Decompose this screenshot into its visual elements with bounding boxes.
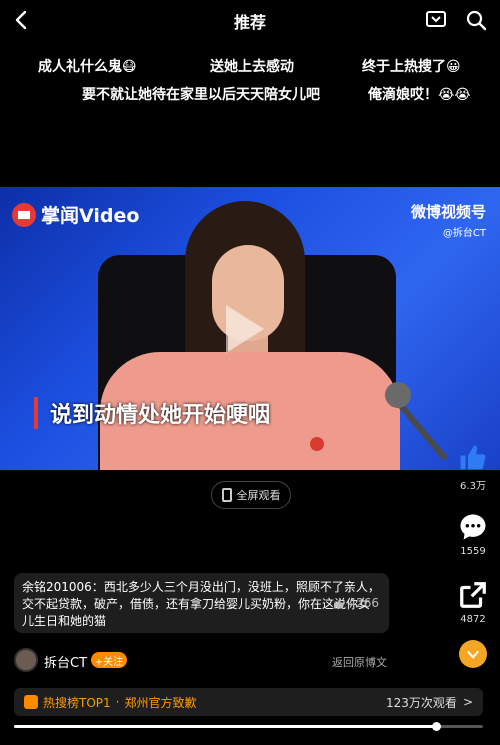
microphone bbox=[385, 382, 411, 408]
hot-search-topic: 郑州官方致歉 bbox=[124, 695, 197, 710]
comment-button[interactable]: 1559 bbox=[453, 512, 493, 557]
view-count: 123万次观看 bbox=[386, 695, 457, 710]
comment-like[interactable]: 4266 bbox=[333, 595, 379, 612]
gift-check-icon bbox=[467, 651, 479, 659]
like-button[interactable]: 6.3万 bbox=[453, 443, 493, 492]
video-player[interactable]: 掌闻Video 微博视频号 @拆台CT 说到动情处她开始哽咽 bbox=[0, 187, 500, 470]
return-to-post-link[interactable]: 返回原博文 bbox=[332, 654, 387, 670]
source-logo-text: 掌闻Video bbox=[41, 205, 140, 227]
comment-bubble-icon bbox=[460, 514, 486, 540]
account-name[interactable]: 拆台CT bbox=[44, 652, 87, 671]
hot-search-icon bbox=[24, 695, 38, 709]
comment-like-count: 4266 bbox=[348, 596, 379, 610]
progress-fill bbox=[14, 725, 437, 728]
cast-screen-icon[interactable] bbox=[424, 8, 448, 32]
follow-button[interactable]: +关注 bbox=[91, 652, 127, 668]
fullscreen-label: 全屏观看 bbox=[236, 489, 281, 502]
news-logo-icon bbox=[12, 202, 36, 227]
thumbs-up-small-icon bbox=[334, 598, 345, 608]
phone-rotate-icon bbox=[221, 488, 232, 502]
source-logo: 掌闻Video bbox=[12, 201, 139, 228]
share-button[interactable]: 4872 bbox=[453, 580, 493, 625]
danmaku-comment: 终于上热搜了😀 bbox=[362, 59, 461, 75]
like-count: 6.3万 bbox=[460, 481, 486, 492]
top-bar: 推荐 bbox=[0, 0, 500, 40]
hot-search-separator: · bbox=[115, 695, 120, 709]
play-icon[interactable] bbox=[226, 305, 264, 353]
hot-search-rank: 热搜榜TOP1 bbox=[43, 695, 111, 710]
avatar[interactable] bbox=[14, 648, 38, 672]
danmaku-comment: 要不就让她待在家里以后天天陪女儿吧 bbox=[82, 87, 320, 103]
playback-progress-bar[interactable] bbox=[14, 722, 483, 731]
microphone-stand bbox=[398, 403, 448, 461]
watermark-handle: @拆台CT bbox=[442, 228, 486, 239]
search-icon[interactable] bbox=[464, 8, 488, 32]
chevron-right-icon: > bbox=[462, 695, 473, 709]
danmaku-comment: 送她上去感动 bbox=[210, 59, 294, 75]
share-icon bbox=[460, 582, 486, 608]
thumbs-up-icon bbox=[460, 445, 486, 470]
top-comment[interactable]: 余铭201006：西北多少人三个月没出门，没班上，照顾不了亲人，交不起贷款，破产… bbox=[14, 573, 389, 633]
progress-scrubber-handle[interactable] bbox=[432, 722, 442, 731]
reward-coin-icon[interactable] bbox=[459, 640, 487, 668]
weibo-watermark: 微博视频号 @拆台CT bbox=[411, 201, 486, 239]
party-badge bbox=[310, 437, 324, 451]
share-count: 4872 bbox=[460, 614, 486, 625]
comment-user[interactable]: 余铭201006： bbox=[22, 580, 104, 594]
danmaku-comment: 俺滴娘哎！😭😭 bbox=[368, 87, 471, 103]
hot-search-bar[interactable]: 热搜榜TOP1 · 郑州官方致歉 123万次观看 > bbox=[14, 688, 483, 716]
video-subtitle: 说到动情处她开始哽咽 bbox=[34, 397, 270, 429]
fullscreen-button[interactable]: 全屏观看 bbox=[211, 481, 291, 509]
danmaku-comment: 成人礼什么鬼😷 bbox=[38, 59, 137, 75]
watermark-name: 微博视频号 bbox=[410, 203, 486, 221]
comment-count: 1559 bbox=[460, 546, 486, 557]
